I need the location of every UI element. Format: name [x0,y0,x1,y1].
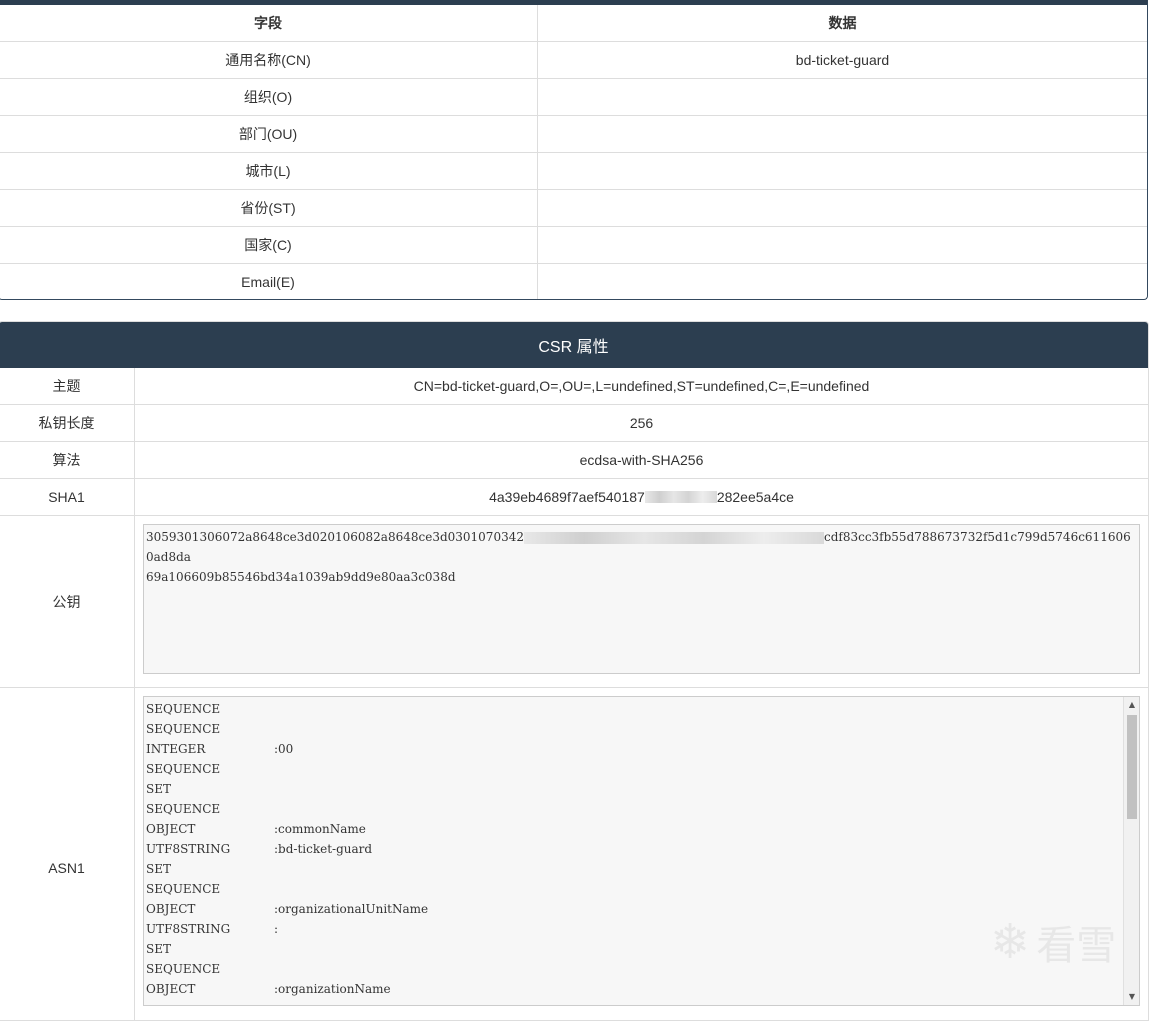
csr-panel-title: CSR 属性 [0,322,1148,368]
csr-row-sha1: SHA1 4a39eb4689f7aef540187 282ee5a4ce [0,479,1148,516]
key-length-value: 256 [629,415,654,431]
public-key-textarea[interactable]: 3059301306072a8648ce3d020106082a8648ce3d… [143,524,1140,674]
csr-row-asn1: ASN1 SEQUENCE SEQUENCE INTEGER:00 SEQUENCE S… [0,688,1148,1020]
asn1-type: OBJECT [146,902,196,916]
asn1-type: SET [146,862,171,876]
asn1-line: UTF8STRING: [146,919,1121,939]
asn1-line: OBJECT :commonName [146,819,1121,839]
asn1-line: SEQUENCE [146,719,1121,739]
row-data: bd-ticket-guard [537,41,1147,79]
table-row: 国家(C) [0,226,1147,264]
asn1-value: :organizationName [274,982,391,996]
table-row: 通用名称(CN) bd-ticket-guard [0,41,1147,79]
algorithm-value: ecdsa-with-SHA256 [579,452,704,468]
row-field: 通用名称(CN) [0,41,538,79]
asn1-type: OBJECT [146,982,196,996]
table-row: 组织(O) [0,78,1147,116]
csr-row-algorithm: 算法 ecdsa-with-SHA256 [0,442,1148,479]
asn1-lines: SEQUENCE SEQUENCE INTEGER :00 SEQUENCE SET SEQ… [146,699,1121,999]
asn1-type: SEQUENCE [146,802,221,816]
asn1-label: ASN1 [0,688,135,1020]
row-field: 组织(O) [0,78,538,116]
asn1-line: SEQUENCE [146,879,1121,899]
asn1-type: UTF8STRING [146,842,231,856]
asn1-type: SET [146,942,171,956]
key-length-label: 私钥长度 [0,405,135,441]
asn1-line: SET [146,939,1121,959]
csr-row-key-length: 私钥长度 256 [0,405,1148,442]
asn1-type: UTF8STRING [146,922,231,936]
algorithm-label: 算法 [0,442,135,478]
subject-value: CN=bd-ticket-guard,O=,OU=,L=undefined,ST… [413,378,870,394]
row-data [537,226,1147,264]
scrollbar-thumb[interactable] [1127,715,1137,819]
asn1-value: :commonName [274,822,366,836]
row-field: Email(E) [0,263,538,299]
asn1-type: SEQUENCE [146,962,221,976]
asn1-line: SET [146,779,1121,799]
column-header-data: 数据 [537,5,1147,42]
asn1-type: SEQUENCE [146,882,221,896]
column-header-field: 字段 [0,5,538,42]
asn1-type: OBJECT [146,822,196,836]
asn1-type: SEQUENCE [146,762,221,776]
asn1-type: INTEGER [146,742,206,756]
scroll-down-arrow-icon[interactable]: ▼ [1124,989,1139,1005]
sha1-value: 4a39eb4689f7aef540187 282ee5a4ce [135,479,1148,515]
sha1-label: SHA1 [0,479,135,515]
table-header-row: 字段 数据 [0,5,1147,42]
sha1-prefix: 4a39eb4689f7aef540187 [489,489,645,505]
sha1-suffix: 282ee5a4ce [716,489,794,505]
subject-label: 主题 [0,368,135,404]
row-field: 省份(ST) [0,189,538,227]
asn1-line: SEQUENCE [146,759,1121,779]
row-data [537,152,1147,190]
csr-row-subject: 主题 CN=bd-ticket-guard,O=,OU=,L=undefined… [0,368,1148,405]
row-data [537,115,1147,153]
asn1-line: OBJECT :organizationalUnitName [146,899,1121,919]
asn1-line: SEQUENCE [146,799,1121,819]
subject-table: 字段 数据 通用名称(CN) bd-ticket-guard 组织(O) 部门(… [0,5,1148,300]
csr-attributes-panel: CSR 属性 主题 CN=bd-ticket-guard,O=,OU=,L=un… [0,321,1149,1021]
row-field: 部门(OU) [0,115,538,153]
asn1-value: :bd-ticket-guard [274,842,373,856]
row-field: 城市(L) [0,152,538,190]
pubkey-line2: 69a106609b85546bd34a1039ab9dd9e80aa3c038… [146,570,456,584]
asn1-line: OBJECT :organizationName [146,979,1121,999]
asn1-type: SET [146,782,171,796]
row-data [537,78,1147,116]
table-row: Email(E) [0,263,1148,300]
table-row: 省份(ST) [0,189,1147,227]
redacted-blur [644,491,717,503]
pubkey-prefix: 3059301306072a8648ce3d020106082a8648ce3d… [146,530,524,544]
redacted-blur [523,531,824,544]
row-data [537,189,1147,227]
public-key-label: 公钥 [0,516,135,687]
asn1-line: SEQUENCE [146,699,1121,719]
asn1-line: INTEGER :00 [146,739,1121,759]
table-row: 城市(L) [0,152,1147,190]
asn1-line: SEQUENCE [146,959,1121,979]
table-row: 部门(OU) [0,115,1147,153]
asn1-line: UTF8STRING :bd-ticket-guard [146,839,1121,859]
asn1-value: :organizationalUnitName [274,902,429,916]
watermark-text: 看雪 [1036,924,1117,968]
asn1-value: :00 [274,742,294,756]
asn1-value: : [274,922,279,936]
subject-table-panel: 字段 数据 通用名称(CN) bd-ticket-guard 组织(O) 部门(… [0,0,1148,300]
watermark: ❄ 看雪 [990,912,1150,972]
asn1-type: SEQUENCE [146,722,221,736]
asn1-line: SET [146,859,1121,879]
row-data [538,264,1148,300]
csr-row-public-key: 公钥 3059301306072a8648ce3d020106082a8648c… [0,516,1148,688]
scroll-up-arrow-icon[interactable]: ▲ [1124,697,1139,713]
snowflake-icon: ❄ [990,916,1031,969]
row-field: 国家(C) [0,226,538,264]
asn1-type: SEQUENCE [146,702,221,716]
